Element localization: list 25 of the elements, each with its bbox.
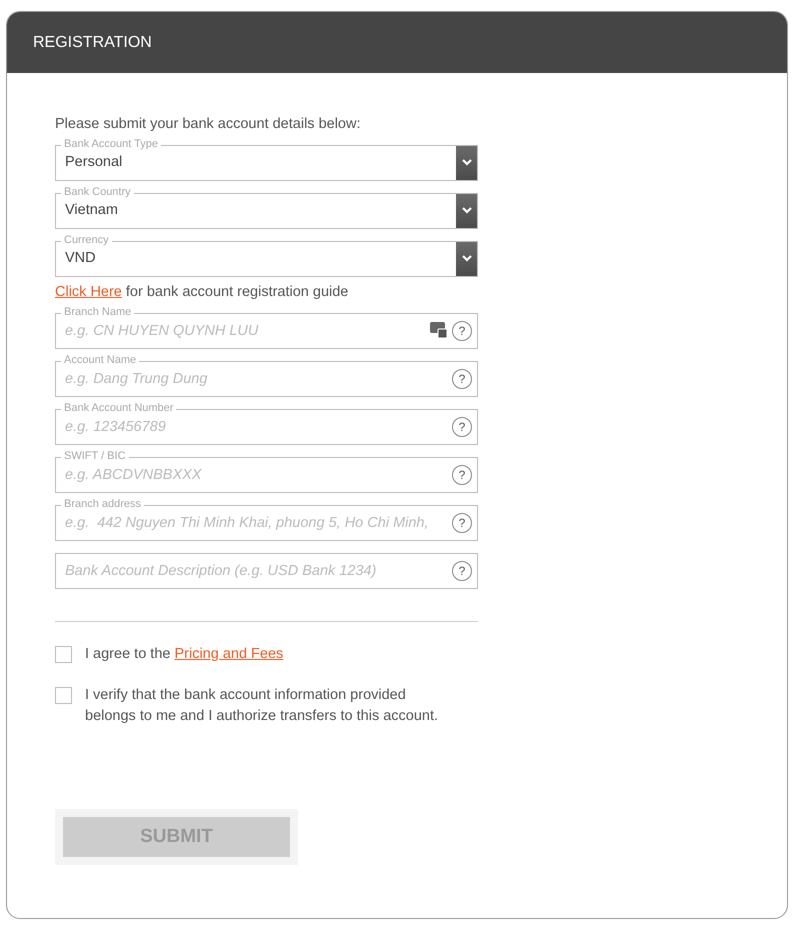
intro-text: Please submit your bank account details below: [55,117,362,133]
chevron-down-icon [456,146,477,180]
field-label: Bank Account Number [61,402,176,414]
help-icon[interactable]: ? [452,464,472,485]
chevron-down-icon [456,194,477,228]
help-icon[interactable]: ? [452,416,472,437]
agreement-text: I agree to the Pricing and Fees [85,644,284,664]
help-icon[interactable]: ? [452,368,472,389]
help-icon[interactable]: ? [452,560,472,581]
field-label: Branch Name [61,306,134,318]
checkbox[interactable] [55,646,72,663]
help-icon[interactable]: ? [452,320,472,341]
field-label: Bank Account Type [61,138,161,150]
header-title: REGISTRATION [33,32,152,52]
help-icon[interactable]: ? [452,512,472,533]
field-label: Branch address [61,498,144,510]
field-label: Account Name [61,354,140,366]
field-label: Currency [61,234,112,246]
checkbox[interactable] [55,686,72,704]
chevron-down-icon [456,242,477,276]
autofill-icon[interactable] [430,322,448,338]
agreement-text: I verify that the bank account information provided belongs to me and I authorize transfers to this account. [85,686,440,726]
field-label: SWIFT / BIC [61,450,129,462]
field-label: Bank Country [61,186,134,198]
guide-text: for bank account registration guide [124,284,348,300]
